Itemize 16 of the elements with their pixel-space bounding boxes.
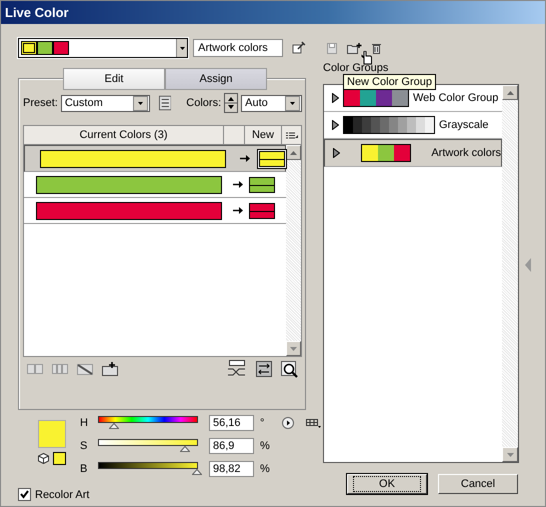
unit-label: °	[260, 417, 266, 429]
preset-label: Preset:	[23, 97, 58, 109]
unit-label: %	[260, 440, 270, 452]
group-name: Artwork colors	[431, 147, 501, 159]
slider-label: B	[80, 463, 88, 475]
colors-label: Colors:	[186, 97, 222, 109]
column-header: Current Colors (3)	[24, 126, 224, 144]
unit-label: %	[260, 463, 270, 475]
column-header: New	[245, 126, 282, 144]
group-name: Grayscale	[439, 119, 489, 131]
slider-label: S	[80, 440, 88, 452]
group-name: Web Color Group	[413, 92, 498, 104]
tooltip: New Color Group	[343, 74, 436, 90]
window-title: Live Color	[5, 5, 69, 20]
color-groups-label: Color Groups	[323, 62, 388, 74]
slider-label: H	[80, 417, 89, 429]
